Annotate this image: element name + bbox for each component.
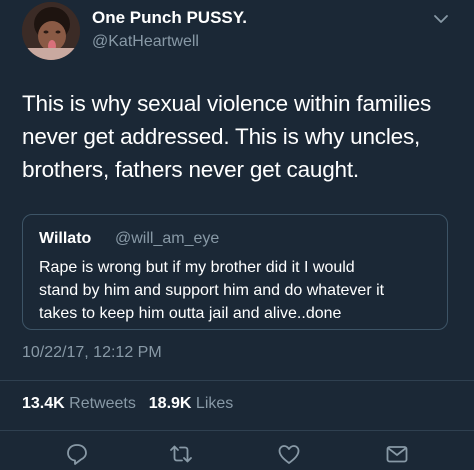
- quoted-text-line: stand by him and support him and do what…: [39, 282, 385, 299]
- divider: [0, 380, 474, 381]
- author-handle[interactable]: @KatHeartwell: [92, 33, 199, 51]
- quoted-author-name: Willato: [39, 230, 92, 247]
- quoted-author-handle: @will_am_eye: [115, 230, 220, 247]
- heart-icon[interactable]: [276, 441, 302, 467]
- likes-count: 18.9K: [148, 395, 192, 412]
- tweet-text-line: never get addressed. This is why uncles,: [22, 124, 421, 149]
- tweet-text-line: brothers, fathers never get caught.: [22, 157, 359, 182]
- quoted-text-line: Rape is wrong but if my brother did it I…: [39, 259, 355, 276]
- likes-label: Likes: [195, 395, 234, 412]
- retweets-stat[interactable]: 13.4K Retweets: [22, 395, 140, 412]
- reply-icon[interactable]: [64, 441, 90, 467]
- tweet-timestamp: 10/22/17, 12:12 PM: [22, 344, 162, 361]
- retweets-count: 13.4K: [22, 395, 65, 412]
- likes-stat[interactable]: 18.9K Likes: [149, 395, 234, 412]
- quoted-tweet-text: Rape is wrong but if my brother did it I…: [39, 256, 439, 325]
- divider: [0, 430, 474, 431]
- retweets-label: Retweets: [69, 395, 136, 412]
- envelope-icon[interactable]: [384, 441, 410, 467]
- avatar-image: [22, 2, 80, 60]
- quoted-tweet-card[interactable]: Willato @will_am_eye Rape is wrong but i…: [22, 214, 448, 330]
- tweet-text-line: This is why sexual violence within famil…: [22, 91, 432, 116]
- author-display-name[interactable]: One Punch PUSSY.: [92, 8, 247, 28]
- tweet-stats: 13.4K Retweets 18.9K Likes: [22, 395, 233, 413]
- tweet-text: This is why sexual violence within famil…: [22, 87, 462, 186]
- retweet-icon[interactable]: [168, 441, 194, 467]
- quoted-text-line: takes to keep him outta jail and alive..…: [39, 305, 342, 322]
- chevron-down-icon[interactable]: [433, 13, 449, 25]
- avatar[interactable]: [22, 2, 80, 60]
